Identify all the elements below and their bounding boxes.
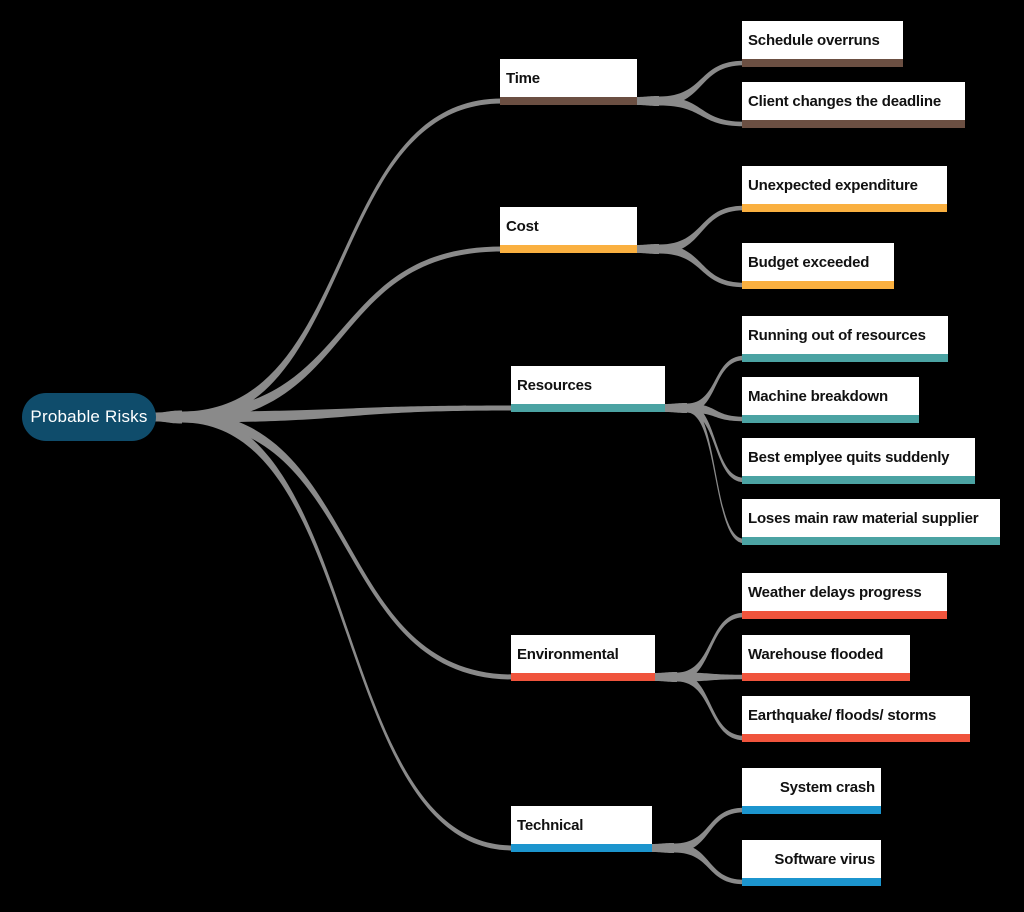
connector (687, 403, 744, 483)
leaf-node-environmental-1-accent-bar (742, 673, 910, 681)
connector (677, 672, 744, 682)
connector (182, 246, 502, 423)
branch-node-resources-accent-bar (511, 404, 665, 412)
branch-node-resources[interactable]: Resources (511, 366, 665, 412)
root-node[interactable]: Probable Risks (22, 393, 156, 441)
leaf-node-time-1-accent-bar (742, 120, 965, 128)
branch-node-resources-label: Resources (517, 376, 592, 394)
root-node-label: Probable Risks (30, 407, 148, 426)
leaf-node-resources-2[interactable]: Best emplyee quits suddenly (742, 438, 975, 484)
leaf-node-technical-0-accent-bar (742, 806, 881, 814)
connector (674, 807, 744, 853)
leaf-node-cost-0-label: Unexpected expenditure (748, 176, 918, 194)
connector (674, 843, 744, 885)
leaf-node-resources-0-label: Running out of resources (748, 326, 926, 344)
connector (687, 403, 744, 544)
leaf-node-cost-0-accent-bar (742, 204, 947, 212)
leaf-node-environmental-2[interactable]: Earthquake/ floods/ storms (742, 696, 970, 742)
connector (659, 205, 744, 254)
leaf-node-technical-1-accent-bar (742, 878, 881, 886)
leaf-node-environmental-2-label: Earthquake/ floods/ storms (748, 706, 937, 724)
connector (182, 411, 513, 851)
leaf-node-environmental-0-label: Weather delays progress (748, 583, 922, 601)
branch-node-technical-label: Technical (517, 816, 584, 834)
branch-node-cost[interactable]: Cost (500, 207, 637, 253)
branch-node-technical-accent-bar (511, 844, 652, 852)
leaf-node-environmental-1-label: Warehouse flooded (748, 645, 884, 663)
connector (677, 672, 744, 741)
branch-node-cost-label: Cost (506, 217, 539, 235)
leaf-node-cost-1[interactable]: Budget exceeded (742, 243, 894, 289)
mindmap-canvas: Probable Risks Time Schedule overruns Clien… (0, 0, 1024, 912)
leaf-node-resources-3-label: Loses main raw material supplier (748, 509, 979, 527)
connector (677, 612, 744, 682)
connector (650, 843, 674, 853)
leaf-node-time-0[interactable]: Schedule overruns (742, 21, 903, 67)
connector (687, 403, 744, 422)
leaf-node-technical-1[interactable]: Software virus (742, 840, 881, 886)
connector (182, 411, 513, 680)
leaf-node-environmental-0[interactable]: Weather delays progress (742, 573, 947, 619)
leaf-node-resources-0-accent-bar (742, 354, 948, 362)
connector (663, 403, 687, 413)
leaf-node-resources-3-accent-bar (742, 537, 1000, 545)
leaf-node-technical-0[interactable]: System crash (742, 768, 881, 814)
branch-node-environmental-label: Environmental (517, 645, 619, 663)
leaf-node-cost-1-label: Budget exceeded (748, 253, 870, 271)
leaf-node-cost-1-accent-bar (742, 281, 894, 289)
leaf-node-resources-1-label: Machine breakdown (748, 387, 888, 405)
branch-node-time-accent-bar (500, 97, 637, 105)
leaf-node-environmental-1[interactable]: Warehouse flooded (742, 635, 910, 681)
leaf-node-technical-0-label: System crash (779, 778, 875, 796)
connector (154, 410, 182, 424)
leaf-node-time-1[interactable]: Client changes the deadline (742, 82, 965, 128)
leaf-node-time-0-label: Schedule overruns (748, 31, 880, 49)
connector (182, 405, 513, 423)
branch-node-time-label: Time (506, 69, 540, 87)
branch-node-environmental-accent-bar (511, 673, 655, 681)
leaf-node-resources-1-accent-bar (742, 415, 919, 423)
branch-node-cost-accent-bar (500, 245, 637, 253)
connector (687, 355, 744, 413)
connector (653, 672, 677, 682)
leaf-node-time-1-label: Client changes the deadline (748, 92, 941, 110)
leaf-node-resources-2-label: Best emplyee quits suddenly (748, 448, 950, 466)
branch-node-environmental[interactable]: Environmental (511, 635, 655, 681)
branch-node-technical[interactable]: Technical (511, 806, 652, 852)
leaf-node-resources-2-accent-bar (742, 476, 975, 484)
connector (659, 96, 744, 127)
connector (635, 244, 659, 254)
branch-node-time[interactable]: Time (500, 59, 637, 105)
leaf-node-environmental-0-accent-bar (742, 611, 947, 619)
connector (635, 96, 659, 106)
leaf-node-cost-0[interactable]: Unexpected expenditure (742, 166, 947, 212)
connector (659, 60, 744, 106)
leaf-node-time-0-accent-bar (742, 59, 903, 67)
leaf-node-resources-1[interactable]: Machine breakdown (742, 377, 919, 423)
connector (182, 98, 502, 423)
leaf-node-resources-0[interactable]: Running out of resources (742, 316, 948, 362)
leaf-node-resources-3[interactable]: Loses main raw material supplier (742, 499, 1000, 545)
leaf-node-environmental-2-accent-bar (742, 734, 970, 742)
leaf-node-technical-1-label: Software virus (774, 850, 875, 868)
connector (659, 244, 744, 288)
